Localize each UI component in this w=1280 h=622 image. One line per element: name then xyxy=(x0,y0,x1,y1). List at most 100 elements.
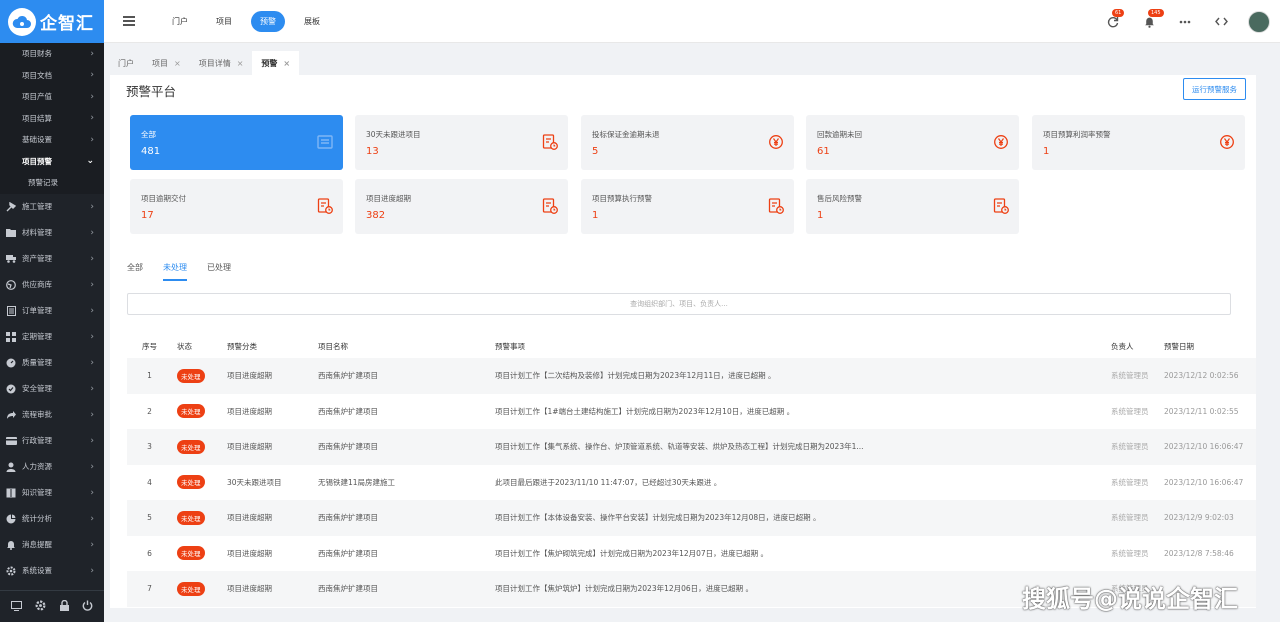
status-badge: 未处理 xyxy=(177,439,205,454)
sidebar-item-approval[interactable]: 流程审批 › xyxy=(0,402,104,428)
user-icon xyxy=(5,461,17,473)
table-row[interactable]: 4 未处理 30天未跟进项目 无锡铁建11局房建施工 此项目最后跟进于2023/… xyxy=(127,465,1256,501)
sidebar-subitem-label: 项目产值 xyxy=(22,92,52,102)
sidebar-footer xyxy=(0,590,104,622)
card-budget-profit-warning[interactable]: 项目预算利润率预警 1 xyxy=(1032,115,1245,170)
card-payment-overdue[interactable]: 回款逾期未回 61 xyxy=(806,115,1019,170)
avatar[interactable] xyxy=(1248,10,1270,33)
table-row[interactable]: 2 未处理 项目进度超期 西南焦炉扩建项目 项目计划工作【1#端台土建结构施工】… xyxy=(127,394,1256,430)
cell-date: 2023/12/8 7:58:46 xyxy=(1164,548,1234,558)
topnav-project[interactable]: 项目 xyxy=(207,11,241,32)
sidebar-item-label: 流程审批 xyxy=(22,410,52,419)
yuan-refresh-icon xyxy=(994,135,1008,149)
chevron-right-icon: › xyxy=(90,48,94,59)
card-label: 项目预算执行预警 xyxy=(592,194,652,203)
card-value: 13 xyxy=(366,146,379,157)
sidebar-subitem-settlement[interactable]: 项目结算 › xyxy=(0,108,104,130)
cell-date: 2023/12/10 16:06:47 xyxy=(1164,442,1244,452)
tab-processed[interactable]: 已处理 xyxy=(207,262,231,281)
card-bid-deposit-overdue[interactable]: 投标保证金逾期未退 5 xyxy=(581,115,794,170)
close-icon[interactable]: × xyxy=(237,59,244,68)
sidebar-item-settings[interactable]: 系统设置 › xyxy=(0,558,104,584)
cell-category: 30天未跟进项目 xyxy=(227,477,282,487)
tab-project-detail[interactable]: 项目详情 × xyxy=(189,51,253,75)
card-delivery-overdue[interactable]: 项目逾期交付 17 xyxy=(130,179,343,234)
sidebar-item-assets[interactable]: 资产管理 › xyxy=(0,246,104,272)
sidebar-item-orders[interactable]: 订单管理 › xyxy=(0,298,104,324)
yuan-refresh-icon xyxy=(769,135,783,149)
sidebar-subitem-basic-settings[interactable]: 基础设置 › xyxy=(0,129,104,151)
pie-chart-icon xyxy=(5,513,17,525)
close-icon[interactable]: × xyxy=(174,59,181,68)
card-progress-overdue[interactable]: 项目进度超期 382 xyxy=(355,179,568,234)
sidebar-subitem-docs[interactable]: 项目文档 › xyxy=(0,65,104,87)
cell-status: 未处理 xyxy=(177,546,205,561)
sidebar-item-statistics[interactable]: 统计分析 › xyxy=(0,506,104,532)
sidebar-item-label: 安全管理 xyxy=(22,384,52,393)
card-after-sales-risk[interactable]: 售后风险预警 1 xyxy=(806,179,1019,234)
run-warning-service-button[interactable]: 运行预警服务 xyxy=(1183,78,1246,100)
chevron-right-icon: › xyxy=(90,409,94,420)
table-row[interactable]: 6 未处理 项目进度超期 西南焦炉扩建项目 项目计划工作【焦炉砌筑完成】计划完成… xyxy=(127,536,1256,572)
refresh-button[interactable]: 61 xyxy=(1104,8,1125,31)
status-badge: 未处理 xyxy=(177,510,205,525)
sidebar-item-materials[interactable]: 材料管理 › xyxy=(0,220,104,246)
refresh-icon xyxy=(1107,16,1119,27)
sidebar-item-suppliers[interactable]: 供应商库 › xyxy=(0,272,104,298)
page-title: 预警平台 xyxy=(126,84,177,99)
tab-portal[interactable]: 门户 xyxy=(109,51,143,75)
tab-unprocessed[interactable]: 未处理 xyxy=(163,262,187,281)
table-row[interactable]: 5 未处理 项目进度超期 西南焦炉扩建项目 项目计划工作【本体设备安装、操作平台… xyxy=(127,500,1256,536)
topnav-portal[interactable]: 门户 xyxy=(163,11,197,32)
code-button[interactable] xyxy=(1212,13,1230,31)
chevron-down-icon: ⌄ xyxy=(86,156,94,167)
sidebar-subitem-warning[interactable]: 项目预警 ⌄ xyxy=(0,151,104,173)
status-badge: 未处理 xyxy=(177,546,205,561)
cell-category: 项目进度超期 xyxy=(227,406,272,416)
cell-project: 西南焦炉扩建项目 xyxy=(318,584,378,594)
sidebar-subitem-label: 基础设置 xyxy=(22,135,52,145)
card-icon xyxy=(5,435,17,447)
sidebar-item-messages[interactable]: 消息提醒 › xyxy=(0,532,104,558)
card-30day-no-followup[interactable]: 30天未跟进项目 13 xyxy=(355,115,568,170)
sidebar-item-periodic[interactable]: 定期管理 › xyxy=(0,324,104,350)
topnav-board[interactable]: 展板 xyxy=(295,11,329,32)
sidebar-subitem-warning-records[interactable]: 预警记录 xyxy=(0,172,104,194)
more-button[interactable] xyxy=(1176,13,1194,31)
power-icon[interactable] xyxy=(82,600,93,613)
page-tabs: 门户 项目 × 项目详情 × 预警 × xyxy=(104,49,1280,75)
card-value: 1 xyxy=(592,210,599,221)
sidebar-item-construction[interactable]: 施工管理 › xyxy=(0,194,104,220)
card-budget-execution-warning[interactable]: 项目预算执行预警 1 xyxy=(581,179,794,234)
cell-warning: 项目计划工作【本体设备安装、操作平台安装】计划完成日期为2023年12月08日，… xyxy=(495,513,821,523)
table-row[interactable]: 3 未处理 项目进度超期 西南焦炉扩建项目 项目计划工作【集气系统、操作台、炉顶… xyxy=(127,429,1256,465)
column-header: 负责人 xyxy=(1111,341,1134,351)
cell-date: 2023/12/10 16:06:47 xyxy=(1164,477,1244,487)
table-row[interactable]: 1 未处理 项目进度超期 西南焦炉扩建项目 项目计划工作【二次结构及装修】计划完… xyxy=(127,358,1256,394)
topnav-warning[interactable]: 预警 xyxy=(251,10,285,32)
sidebar-subitem-finance[interactable]: 项目财务 › xyxy=(0,43,104,65)
search-input[interactable]: 查询组织部门、项目、负责人... xyxy=(127,293,1231,315)
cell-index: 2 xyxy=(147,406,152,416)
sidebar-item-admin[interactable]: 行政管理 › xyxy=(0,428,104,454)
tab-project[interactable]: 项目 × xyxy=(143,51,190,75)
lock-icon[interactable] xyxy=(59,599,69,613)
card-all[interactable]: 全部 481 xyxy=(130,115,343,170)
card-label: 项目预算利润率预警 xyxy=(1043,130,1111,139)
notification-button[interactable]: 145 xyxy=(1140,8,1164,31)
brand-name: 企智汇 xyxy=(40,14,94,34)
gear-icon[interactable] xyxy=(35,600,46,613)
monitor-icon[interactable] xyxy=(10,600,22,613)
close-icon[interactable]: × xyxy=(283,59,290,68)
chevron-right-icon: › xyxy=(90,513,94,524)
menu-toggle-icon[interactable] xyxy=(123,14,135,29)
tab-all[interactable]: 全部 xyxy=(127,262,143,281)
sidebar-subitem-output[interactable]: 项目产值 › xyxy=(0,86,104,108)
sidebar-item-knowledge[interactable]: 知识管理 › xyxy=(0,480,104,506)
sidebar-item-hr[interactable]: 人力资源 › xyxy=(0,454,104,480)
sidebar-item-quality[interactable]: 质量管理 › xyxy=(0,350,104,376)
sidebar-item-safety[interactable]: 安全管理 › xyxy=(0,376,104,402)
logo[interactable]: 企智汇 xyxy=(0,0,104,43)
tab-warning[interactable]: 预警 × xyxy=(252,51,300,75)
truck-icon xyxy=(5,253,17,265)
